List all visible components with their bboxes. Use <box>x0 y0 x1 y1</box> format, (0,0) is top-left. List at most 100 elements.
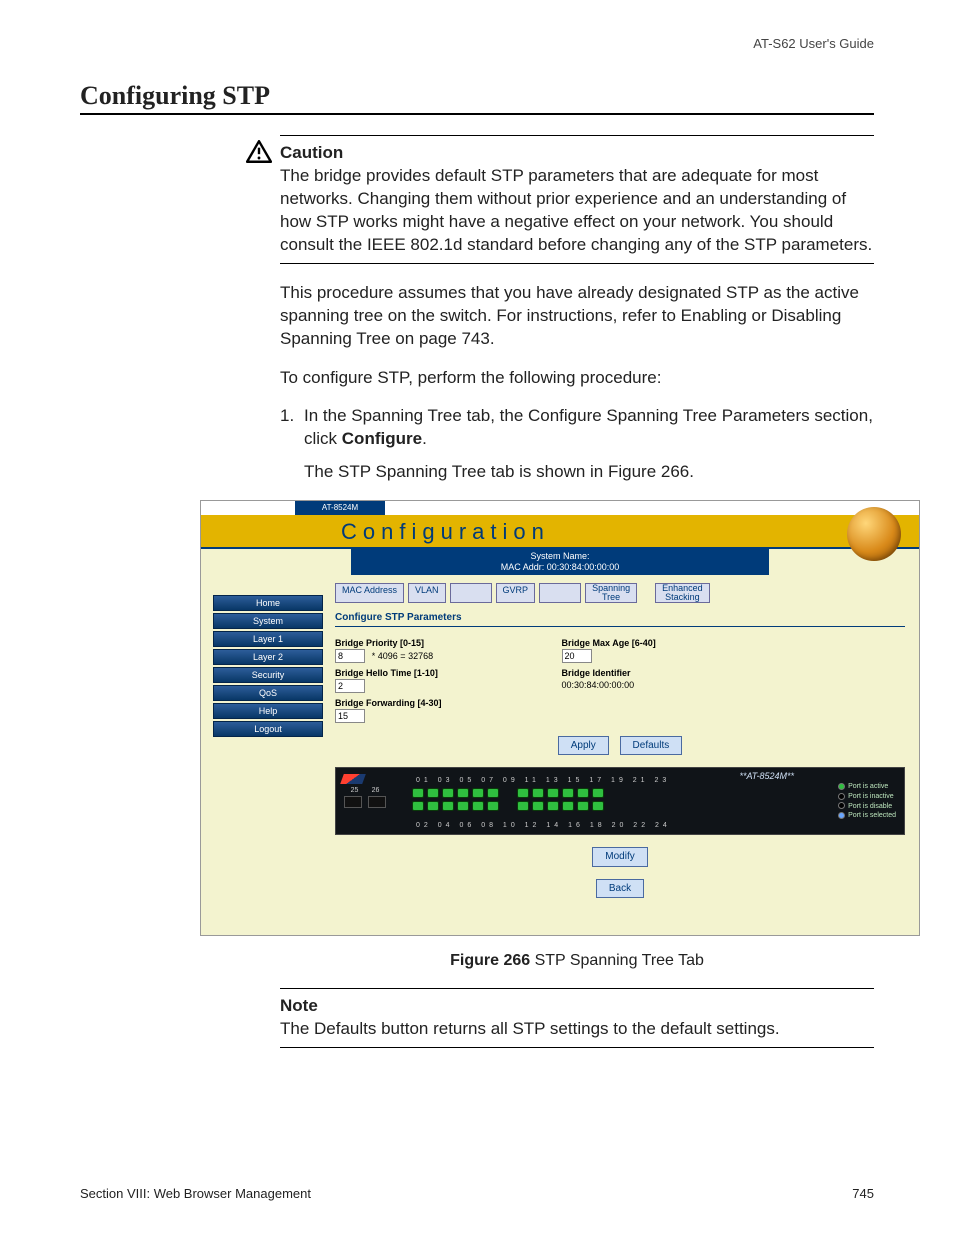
port[interactable] <box>592 801 604 811</box>
port[interactable] <box>547 788 559 798</box>
bridge-hello-input[interactable] <box>335 679 365 693</box>
port[interactable] <box>457 788 469 798</box>
title-rule <box>80 113 874 115</box>
port[interactable] <box>472 788 484 798</box>
legend-active: Port is active <box>848 783 888 790</box>
sysname-label: System Name: <box>351 551 769 561</box>
page-title: Configuring STP <box>80 81 874 111</box>
caution-icon <box>246 140 272 164</box>
legend-dot-selected-icon <box>838 812 845 819</box>
modify-button[interactable]: Modify <box>592 847 647 867</box>
caution-body: The bridge provides default STP paramete… <box>280 166 872 254</box>
defaults-button[interactable]: Defaults <box>620 736 683 756</box>
port[interactable] <box>457 801 469 811</box>
bridge-maxage-input[interactable] <box>562 649 592 663</box>
switch-diagram: **AT-8524M** 01 03 05 07 09 11 13 15 17 … <box>335 767 905 835</box>
port[interactable] <box>517 788 529 798</box>
note-label: Note <box>280 996 318 1015</box>
bridge-maxage-label: Bridge Max Age [6-40] <box>562 637 656 649</box>
sfp-slot-25[interactable] <box>344 796 362 808</box>
intro-para-2: To configure STP, perform the following … <box>280 367 874 390</box>
figure-caption: Figure 266 STP Spanning Tree Tab <box>280 950 874 972</box>
figure-caption-text: STP Spanning Tree Tab <box>530 952 704 969</box>
port[interactable] <box>517 801 529 811</box>
port[interactable] <box>487 788 499 798</box>
bridge-priority-label: Bridge Priority [0-15] <box>335 637 442 649</box>
nav-security[interactable]: Security <box>213 667 323 683</box>
footer-section: Section VIII: Web Browser Management <box>80 1186 311 1201</box>
step-1-text-c: . <box>422 429 427 448</box>
apply-button[interactable]: Apply <box>558 736 609 756</box>
back-button[interactable]: Back <box>596 879 644 899</box>
tab-spanning-tree[interactable]: SpanningTree <box>585 583 637 603</box>
nav-layer2[interactable]: Layer 2 <box>213 649 323 665</box>
sfp-26: 26 <box>372 786 380 795</box>
sfp-slot-26[interactable] <box>368 796 386 808</box>
step-1-num: 1. <box>280 405 294 428</box>
tab-row: MAC Address VLAN GVRP SpanningTree Enhan… <box>335 583 905 603</box>
step-1-text-b: Configure <box>342 429 422 448</box>
shot-banner: Configuration <box>201 515 919 549</box>
nav-home[interactable]: Home <box>213 595 323 611</box>
nav-sidebar: Home System Layer 1 Layer 2 Security QoS… <box>201 575 335 935</box>
sfp-25: 25 <box>351 786 359 795</box>
caution-callout: Caution The bridge provides default STP … <box>280 135 874 264</box>
legend-dot-inactive-icon <box>838 793 845 800</box>
tab-mac-address[interactable]: MAC Address <box>335 583 404 603</box>
port-nums-top: 01 03 05 07 09 11 13 15 17 19 21 23 <box>416 776 670 785</box>
intro-para-1: This procedure assumes that you have alr… <box>280 282 874 351</box>
switch-model: **AT-8524M** <box>739 770 794 782</box>
globe-icon <box>847 507 901 561</box>
tab-es-l2: Stacking <box>665 592 700 602</box>
nav-qos[interactable]: QoS <box>213 685 323 701</box>
bridge-forwarding-input[interactable] <box>335 709 365 723</box>
port[interactable] <box>487 801 499 811</box>
port[interactable] <box>547 801 559 811</box>
note-body: The Defaults button returns all STP sett… <box>280 1019 780 1038</box>
bridge-id-value: 00:30:84:00:00:00 <box>562 679 656 691</box>
port[interactable] <box>562 788 574 798</box>
tab-gvrp[interactable]: GVRP <box>496 583 536 603</box>
page-footer: Section VIII: Web Browser Management 745 <box>80 1186 874 1201</box>
legend-dot-active-icon <box>838 783 845 790</box>
shot-topstrip: AT-8524M <box>201 501 919 515</box>
port[interactable] <box>427 801 439 811</box>
figure-screenshot: AT-8524M Configuration System Name: MAC … <box>200 500 920 936</box>
note-callout: Note The Defaults button returns all STP… <box>280 988 874 1048</box>
figure-caption-num: Figure 266 <box>450 952 530 969</box>
tab-blank2[interactable] <box>539 583 581 603</box>
port[interactable] <box>577 801 589 811</box>
nav-layer1[interactable]: Layer 1 <box>213 631 323 647</box>
legend-dot-disable-icon <box>838 802 845 809</box>
bridge-id-label: Bridge Identifier <box>562 667 656 679</box>
port[interactable] <box>442 801 454 811</box>
port[interactable] <box>562 801 574 811</box>
port[interactable] <box>427 788 439 798</box>
tab-blank[interactable] <box>450 583 492 603</box>
caution-label: Caution <box>280 143 343 162</box>
tab-enhanced-stacking[interactable]: EnhancedStacking <box>655 583 710 603</box>
nav-help[interactable]: Help <box>213 703 323 719</box>
port[interactable] <box>442 788 454 798</box>
port[interactable] <box>412 788 424 798</box>
legend-inactive: Port is inactive <box>848 793 894 800</box>
port-nums-bot: 02 04 06 08 10 12 14 16 18 20 22 24 <box>416 821 671 830</box>
nav-system[interactable]: System <box>213 613 323 629</box>
port[interactable] <box>532 801 544 811</box>
bridge-hello-label: Bridge Hello Time [1-10] <box>335 667 442 679</box>
port[interactable] <box>472 801 484 811</box>
nav-logout[interactable]: Logout <box>213 721 323 737</box>
bridge-priority-mult: * 4096 = 32768 <box>372 650 433 662</box>
tab-vlan[interactable]: VLAN <box>408 583 446 603</box>
banner-title: Configuration <box>341 517 550 547</box>
port[interactable] <box>532 788 544 798</box>
port[interactable] <box>412 801 424 811</box>
port[interactable] <box>577 788 589 798</box>
tab-st-l2: Tree <box>602 592 620 602</box>
bridge-priority-input[interactable] <box>335 649 365 663</box>
system-info-bar: System Name: MAC Addr: 00:30:84:00:00:00 <box>351 549 769 575</box>
doc-header: AT-S62 User's Guide <box>80 36 874 51</box>
step-1: 1. In the Spanning Tree tab, the Configu… <box>280 405 874 451</box>
section-title: Configure STP Parameters <box>335 611 905 627</box>
port[interactable] <box>592 788 604 798</box>
